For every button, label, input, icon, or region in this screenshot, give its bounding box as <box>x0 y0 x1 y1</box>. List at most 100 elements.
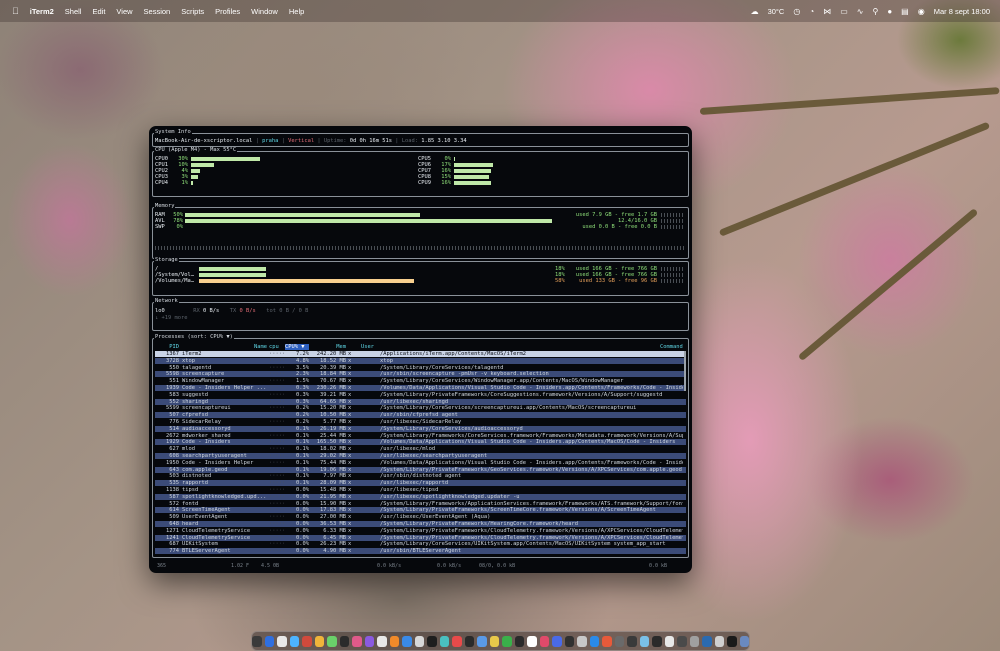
process-row[interactable]: 587 spotlightknowledged.upd... 0.0% 21.95 M… <box>155 493 686 500</box>
process-row[interactable]: 1241 CloudTelemetryService 0.0% 6.45 MB x/Sy… <box>155 534 686 541</box>
dock-app-icon[interactable] <box>639 635 649 647</box>
dock-app-icon[interactable] <box>514 635 524 647</box>
dock-app-icon[interactable] <box>252 635 262 647</box>
col-user[interactable]: User <box>361 344 374 350</box>
battery-icon[interactable]: ▭ <box>840 7 848 16</box>
process-row[interactable]: 1939 Code - Insiders Helper ... 0.3% 230.26… <box>155 385 686 391</box>
process-row[interactable]: 550 talagentd 3.5% 20.39 MB x/System/Library… <box>155 365 686 371</box>
process-row[interactable]: 648 heard 0.0% 36.53 MB x/System/Library/Pri… <box>155 521 686 527</box>
dock-app-icon[interactable] <box>727 635 737 647</box>
process-row[interactable]: 614 ScreenTimeAgent 0.0% 17.83 MB x/System/L… <box>155 507 686 514</box>
process-row[interactable]: 514 audioaccessoryd 0.1% 26.19 MB x/System/L… <box>155 425 686 432</box>
col-pid[interactable]: PID <box>155 344 179 350</box>
dock-app-icon[interactable] <box>564 635 574 647</box>
process-row[interactable]: 5598 screencapture 2.3% 18.84 MB x/usr/sbin/… <box>155 371 686 378</box>
process-row[interactable]: 1367 iTerm2 7.2% 242.20 MB x/Applications/iT… <box>155 351 686 357</box>
dock-app-icon[interactable] <box>714 635 724 647</box>
dock-app-icon[interactable] <box>489 635 499 647</box>
process-row[interactable]: 3728 xtop 4.8% 18.52 MB x xtop ····· <box>155 357 686 364</box>
dock-app-icon[interactable] <box>739 635 749 647</box>
weather-icon[interactable]: ☁ <box>751 7 759 16</box>
dock-app-icon[interactable] <box>452 635 462 647</box>
bluetooth-icon[interactable]: ⋈ <box>823 7 831 16</box>
menu-help[interactable]: Help <box>289 7 304 16</box>
col-command[interactable]: Command <box>660 344 683 350</box>
process-row[interactable]: 1138 tipsd 0.0% 15.48 MB x/usr/libexec/tipsd… <box>155 487 686 493</box>
dock-app-icon[interactable] <box>689 635 699 647</box>
dock-app-icon[interactable] <box>327 635 337 647</box>
process-row[interactable]: 572 fontd 0.0% 15.90 MB x/System/Library/Fra… <box>155 501 686 507</box>
menu-window[interactable]: Window <box>251 7 278 16</box>
dock-app-icon[interactable] <box>314 635 324 647</box>
process-row[interactable]: 627 mlod 0.1% 18.02 MB x/usr/libexec/mlod ···… <box>155 446 686 452</box>
process-row[interactable]: 608 searchpartyuseragent 0.1% 29.02 MB x/usr… <box>155 453 686 459</box>
process-row[interactable]: 774 BTLEServerAgent 0.0% 4.90 MB x/usr/sbin/… <box>155 548 686 555</box>
dock-app-icon[interactable] <box>264 635 274 647</box>
process-row[interactable]: 551 WindowManager 1.5% 70.67 MB x/System/Lib… <box>155 378 686 384</box>
wifi-icon[interactable]: ∿ <box>857 7 864 16</box>
process-row[interactable]: 687 UIKitSystem 0.0% 26.23 MB x/System/Libra… <box>155 541 686 547</box>
menu-edit[interactable]: Edit <box>92 7 105 16</box>
dock-app-icon[interactable] <box>502 635 512 647</box>
dock-app-icon[interactable] <box>302 635 312 647</box>
apple-icon[interactable]:  <box>12 6 19 16</box>
clock-icon[interactable]: ◷ <box>793 7 800 16</box>
dock-app-icon[interactable] <box>664 635 674 647</box>
menu-datetime[interactable]: Mar 8 sept 18:00 <box>934 7 990 16</box>
dock-app-icon[interactable] <box>439 635 449 647</box>
dock-app-icon[interactable] <box>589 635 599 647</box>
process-row[interactable]: 1950 Code - Insiders Helper 0.1% 75.44 MB x /… <box>155 460 686 466</box>
dock-app-icon[interactable] <box>389 635 399 647</box>
menu-profiles[interactable]: Profiles <box>215 7 240 16</box>
dock-app-icon[interactable] <box>552 635 562 647</box>
process-row[interactable]: 643 com.apple.geod 0.1% 19.06 MB x/System/Li… <box>155 466 686 473</box>
siri-icon[interactable]: ◉ <box>918 7 925 16</box>
process-row[interactable]: 776 SidecarRelay 0.2% 5.77 MB x/usr/libexec/… <box>155 419 686 425</box>
dock-app-icon[interactable] <box>602 635 612 647</box>
process-row[interactable]: 5599 screencaptureui 0.2% 15.20 MB x/System/… <box>155 405 686 411</box>
weather-temp[interactable]: 30°C <box>768 7 785 16</box>
dock-app-icon[interactable] <box>677 635 687 647</box>
dock-app-icon[interactable] <box>414 635 424 647</box>
process-row[interactable]: 507 cfprefsd 0.2% 10.50 MB x/usr/sbin/cfpref… <box>155 412 686 419</box>
process-row[interactable]: 535 rapportd 0.1% 28.09 MB x/usr/libexec/rap… <box>155 480 686 487</box>
menu-app-name[interactable]: iTerm2 <box>30 7 54 16</box>
process-row[interactable]: 1929 Code - Insiders 0.1% 165.50 MB x/Volume… <box>155 439 686 446</box>
dock-app-icon[interactable] <box>539 635 549 647</box>
dock-app-icon[interactable] <box>339 635 349 647</box>
dock-app-icon[interactable] <box>577 635 587 647</box>
menu-scripts[interactable]: Scripts <box>181 7 204 16</box>
terminal-window[interactable]: System Info MacBook-Air-de-xscriptor.loc… <box>149 126 692 573</box>
process-scrollbar[interactable] <box>684 351 686 391</box>
user-icon[interactable]: ● <box>887 7 892 16</box>
dock-app-icon[interactable] <box>277 635 287 647</box>
network-more[interactable]: ↓ +19 more <box>155 315 187 321</box>
dock-app-icon[interactable] <box>364 635 374 647</box>
process-row[interactable]: 583 suggestd 0.3% 39.21 MB x/System/Library/… <box>155 392 686 398</box>
col-name[interactable]: Name <box>245 344 267 350</box>
control-center-icon[interactable]: ▤ <box>901 7 909 16</box>
col-mem[interactable]: Mem <box>331 344 346 350</box>
menu-shell[interactable]: Shell <box>65 7 82 16</box>
dock-app-icon[interactable] <box>352 635 362 647</box>
menu-view[interactable]: View <box>116 7 132 16</box>
menu-session[interactable]: Session <box>144 7 171 16</box>
dock-app-icon[interactable] <box>464 635 474 647</box>
process-row[interactable]: 509 UserEventAgent 0.0% 27.00 MB x/usr/libex… <box>155 514 686 520</box>
dock-app-icon[interactable] <box>377 635 387 647</box>
dock-app-icon[interactable] <box>627 635 637 647</box>
dock-app-icon[interactable] <box>702 635 712 647</box>
dock-app-icon[interactable] <box>427 635 437 647</box>
process-row[interactable]: 2672 mdworker_shared 0.1% 25.44 MB x/System/… <box>155 433 686 439</box>
focus-icon[interactable]: ◔ <box>809 7 814 16</box>
dock-app-icon[interactable] <box>652 635 662 647</box>
dock-app-icon[interactable] <box>289 635 299 647</box>
col-cpu-pct[interactable]: CPU% ▼ <box>285 344 309 350</box>
dock-app-icon[interactable] <box>527 635 537 647</box>
dock-app-icon[interactable] <box>402 635 412 647</box>
dock-app-icon[interactable] <box>477 635 487 647</box>
process-row[interactable]: 1271 CloudTelemetryService 0.0% 6.33 MB x/Sy… <box>155 528 686 534</box>
dock-app-icon[interactable] <box>614 635 624 647</box>
col-cpu[interactable]: cpu <box>269 344 279 350</box>
search-icon[interactable]: ⚲ <box>872 7 878 16</box>
